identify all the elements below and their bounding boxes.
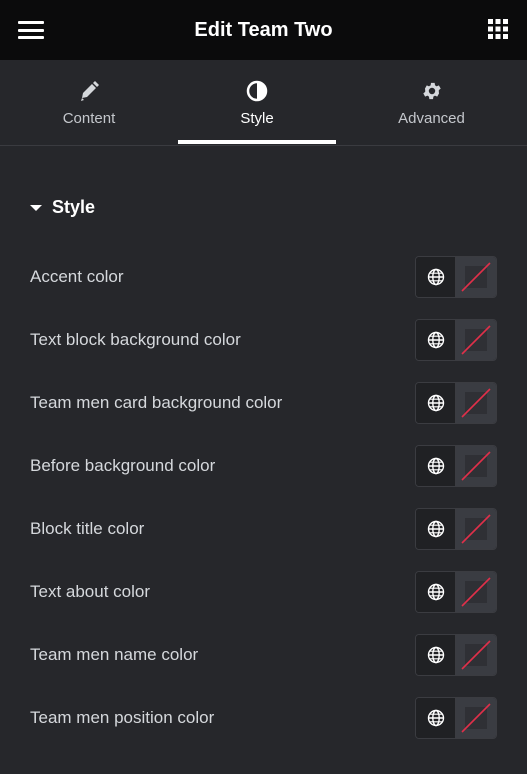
control-row-team-men-card-background-color: Team men card background color [30,382,497,424]
color-swatch-button[interactable] [456,572,496,612]
global-colors-icon[interactable] [416,635,456,675]
color-picker-control [415,697,497,739]
panel-tabs: Content Style Advanced [0,60,527,146]
color-picker-control [415,571,497,613]
gear-icon [421,80,443,102]
global-colors-icon[interactable] [416,320,456,360]
active-tab-indicator [178,140,336,144]
color-swatch-button[interactable] [456,509,496,549]
control-row-block-title-color: Block title color [30,508,497,550]
control-label: Team men name color [30,645,199,664]
global-colors-icon[interactable] [416,572,456,612]
color-picker-control [415,382,497,424]
apps-grid-icon[interactable] [488,19,508,39]
control-row-text-block-background-color: Text block background color [30,319,497,361]
tab-label: Content [62,110,116,127]
control-row-before-background-color: Before background color [30,445,497,487]
color-swatch-button[interactable] [456,320,496,360]
color-swatch-button[interactable] [456,446,496,486]
global-colors-icon[interactable] [416,698,456,738]
control-label: Team men position color [30,708,215,727]
global-colors-icon[interactable] [416,383,456,423]
color-picker-control [415,634,497,676]
color-swatch-button[interactable] [456,698,496,738]
tab-style[interactable]: Style [178,60,336,146]
control-label: Text block background color [30,330,241,349]
style-section-toggle[interactable]: Style [30,194,95,220]
control-label: Before background color [30,456,216,475]
control-label: Accent color [30,267,124,286]
control-label: Team men card background color [30,393,283,412]
page-title: Edit Team Two [194,18,333,41]
color-swatch-button[interactable] [456,635,496,675]
pencil-icon [78,80,100,102]
color-picker-control [415,256,497,298]
tab-label: Advanced [398,110,465,127]
color-picker-control [415,508,497,550]
caret-down-icon [30,204,42,211]
control-row-team-men-position-color: Team men position color [30,697,497,739]
tab-advanced[interactable]: Advanced [336,60,527,146]
color-picker-control [415,319,497,361]
color-picker-control [415,445,497,487]
color-swatch-button[interactable] [456,383,496,423]
hamburger-menu-icon[interactable] [18,19,44,41]
panel-header: Edit Team Two [0,0,527,60]
control-label: Block title color [30,519,145,538]
control-row-team-men-name-color: Team men name color [30,634,497,676]
control-row-text-about-color: Text about color [30,571,497,613]
tab-content[interactable]: Content [0,60,178,146]
color-swatch-button[interactable] [456,257,496,297]
section-title: Style [52,196,96,217]
control-row-accent-color: Accent color [30,256,497,298]
global-colors-icon[interactable] [416,509,456,549]
global-colors-icon[interactable] [416,257,456,297]
control-label: Text about color [30,582,151,601]
tab-label: Style [240,110,274,127]
half-circle-icon [246,80,268,102]
global-colors-icon[interactable] [416,446,456,486]
